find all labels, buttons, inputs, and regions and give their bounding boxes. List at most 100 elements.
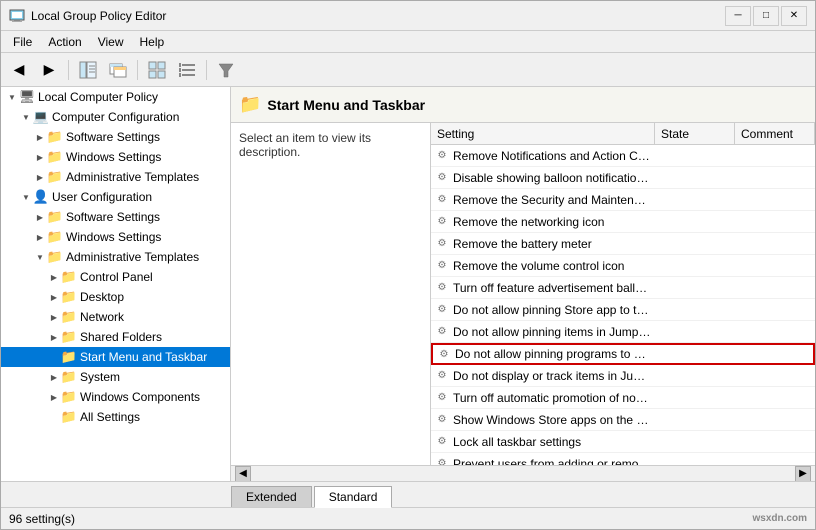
close-button[interactable]: ✕ — [781, 6, 807, 26]
description-pane: Select an item to view its description. — [231, 123, 431, 465]
expand-icon[interactable]: ▶ — [47, 267, 61, 287]
tree-item-local-computer-policy[interactable]: ▼ 🖥 Local Computer Policy — [1, 87, 230, 107]
policy-icon: ⚙ — [431, 458, 453, 465]
expand-icon[interactable] — [47, 347, 61, 367]
hscroll-track — [253, 468, 793, 480]
row-text: Show Windows Store apps on the taskbar — [453, 413, 655, 427]
list-item[interactable]: ⚙ Do not allow pinning Store app to the … — [431, 299, 815, 321]
menu-file[interactable]: File — [5, 33, 40, 51]
filter-button[interactable] — [212, 57, 240, 83]
tree-item-admin-templates-2[interactable]: ▼ 📁 Administrative Templates — [1, 247, 230, 267]
minimize-button[interactable]: ─ — [725, 6, 751, 26]
horizontal-scrollbar[interactable]: ◀ ▶ — [231, 465, 815, 481]
list-item[interactable]: ⚙ Remove the Security and Maintenance ic… — [431, 189, 815, 211]
expand-icon[interactable]: ▶ — [33, 127, 47, 147]
list-item[interactable]: ⚙ Do not display or track items in Jump … — [431, 365, 815, 387]
tree-item-all-settings[interactable]: 📁 All Settings — [1, 407, 230, 427]
tree-item-windows-settings-2[interactable]: ▶ 📁 Windows Settings — [1, 227, 230, 247]
list-item[interactable]: ⚙ Do not allow pinning items in Jump Lis… — [431, 321, 815, 343]
list-item[interactable]: ⚙ Disable showing balloon notifications … — [431, 167, 815, 189]
show-hide-tree-button[interactable] — [74, 57, 102, 83]
expand-icon[interactable]: ▼ — [19, 107, 33, 127]
list-item[interactable]: ⚙ Turn off automatic promotion of notifi… — [431, 387, 815, 409]
row-text: Remove the Security and Maintenance icon — [453, 193, 655, 207]
list-item[interactable]: ⚙ Lock all taskbar settings — [431, 431, 815, 453]
list-item[interactable]: ⚙ Remove Notifications and Action Center — [431, 145, 815, 167]
tree-item-start-menu-taskbar[interactable]: 📁 Start Menu and Taskbar — [1, 347, 230, 367]
list-item[interactable]: ⚙ Prevent users from adding or removing … — [431, 453, 815, 465]
policy-icon: ⚙ — [431, 436, 453, 447]
expand-icon[interactable]: ▶ — [47, 287, 61, 307]
column-header-comment[interactable]: Comment — [735, 123, 815, 144]
tree-item-user-configuration[interactable]: ▼ 👤 User Configuration — [1, 187, 230, 207]
title-bar: Local Group Policy Editor ─ □ ✕ — [1, 1, 815, 31]
tree-item-software-settings-1[interactable]: ▶ 📁 Software Settings — [1, 127, 230, 147]
row-text: Do not allow pinning items in Jump Lists — [453, 325, 655, 339]
expand-icon[interactable]: ▶ — [47, 367, 61, 387]
expand-icon[interactable]: ▶ — [47, 327, 61, 347]
description-text: Select an item to view its description. — [239, 131, 371, 159]
menu-view[interactable]: View — [90, 33, 132, 51]
hscroll-right[interactable]: ▶ — [795, 466, 811, 482]
folder-icon: 📁 — [47, 169, 63, 185]
list-item[interactable]: ⚙ Remove the networking icon — [431, 211, 815, 233]
user-icon: 👤 — [33, 189, 49, 205]
policy-icon: ⚙ — [431, 370, 453, 381]
tree-item-software-settings-2[interactable]: ▶ 📁 Software Settings — [1, 207, 230, 227]
tree-item-windows-settings-1[interactable]: ▶ 📁 Windows Settings — [1, 147, 230, 167]
tree-item-shared-folders[interactable]: ▶ 📁 Shared Folders — [1, 327, 230, 347]
column-header-state[interactable]: State — [655, 123, 735, 144]
folder-icon: 📁 — [61, 269, 77, 285]
expand-icon[interactable]: ▶ — [33, 147, 47, 167]
tree-item-admin-templates-1[interactable]: ▶ 📁 Administrative Templates — [1, 167, 230, 187]
policy-icon: ⚙ — [431, 172, 453, 183]
expand-icon[interactable]: ▼ — [19, 187, 33, 207]
policy-icon: ⚙ — [431, 282, 453, 293]
list-item[interactable]: ⚙ Remove the battery meter — [431, 233, 815, 255]
policy-icon: ⚙ — [431, 150, 453, 161]
list-pane[interactable]: Setting State Comment ⚙ Remove Notificat… — [431, 123, 815, 465]
hscroll-left[interactable]: ◀ — [235, 466, 251, 482]
new-window-button[interactable] — [104, 57, 132, 83]
folder-icon: 📁 — [61, 389, 77, 405]
tree-item-control-panel[interactable]: ▶ 📁 Control Panel — [1, 267, 230, 287]
tab-standard[interactable]: Standard — [314, 486, 393, 508]
maximize-button[interactable]: □ — [753, 6, 779, 26]
expand-icon[interactable]: ▶ — [33, 207, 47, 227]
expand-icon[interactable]: ▼ — [33, 247, 47, 267]
content-area: Select an item to view its description. … — [231, 123, 815, 465]
expand-icon[interactable]: ▶ — [33, 167, 47, 187]
computer-icon: 🖥 — [19, 89, 35, 105]
toolbar-separator-1 — [68, 60, 69, 80]
tab-extended[interactable]: Extended — [231, 486, 312, 507]
tree-item-windows-components[interactable]: ▶ 📁 Windows Components — [1, 387, 230, 407]
tree-item-computer-configuration[interactable]: ▼ 💻 Computer Configuration — [1, 107, 230, 127]
back-button[interactable]: ◀ — [5, 57, 33, 83]
expand-icon[interactable] — [47, 407, 61, 427]
expand-icon[interactable]: ▶ — [47, 387, 61, 407]
forward-button[interactable]: ▶ — [35, 57, 63, 83]
list-item[interactable]: ⚙ Show Windows Store apps on the taskbar — [431, 409, 815, 431]
tree-item-network[interactable]: ▶ 📁 Network — [1, 307, 230, 327]
tree-item-desktop[interactable]: ▶ 📁 Desktop — [1, 287, 230, 307]
expand-icon[interactable]: ▶ — [47, 307, 61, 327]
list-item[interactable]: ⚙ Remove the volume control icon — [431, 255, 815, 277]
list-item-highlighted[interactable]: ⚙ Do not allow pinning programs to the T… — [431, 343, 815, 365]
folder-header-icon: 📁 — [239, 94, 261, 115]
app-icon — [9, 8, 25, 24]
menu-help[interactable]: Help — [132, 33, 173, 51]
list-view-button[interactable] — [173, 57, 201, 83]
main-window: Local Group Policy Editor ─ □ ✕ File Act… — [0, 0, 816, 530]
tree-item-system[interactable]: ▶ 📁 System — [1, 367, 230, 387]
expand-icon[interactable]: ▼ — [5, 87, 19, 107]
main-content: ▼ 🖥 Local Computer Policy ▼ 💻 Computer C… — [1, 87, 815, 481]
column-header-setting[interactable]: Setting — [431, 123, 655, 144]
row-text: Do not allow pinning programs to the Tas… — [455, 347, 653, 361]
expand-icon[interactable]: ▶ — [33, 227, 47, 247]
toolbar-separator-3 — [206, 60, 207, 80]
list-item[interactable]: ⚙ Turn off feature advertisement balloon… — [431, 277, 815, 299]
row-text: Do not display or track items in Jump Li… — [453, 369, 655, 383]
icon-view-button[interactable] — [143, 57, 171, 83]
menu-action[interactable]: Action — [40, 33, 89, 51]
row-text: Do not allow pinning Store app to the Ta… — [453, 303, 655, 317]
